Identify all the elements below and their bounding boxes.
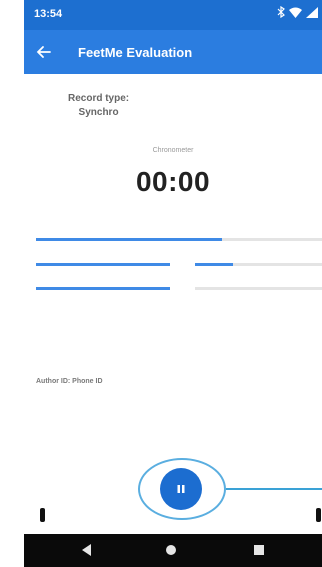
progress-bar-row2-left <box>36 263 170 266</box>
left-edge-marker <box>40 508 45 522</box>
pause-icon <box>177 485 185 493</box>
app-title: FeetMe Evaluation <box>78 45 193 60</box>
phone-screen: 13:54 FeetMe Evaluation Record type: Syn… <box>24 0 322 567</box>
callout-line <box>226 488 322 490</box>
progress-fill-row2-left <box>36 263 170 266</box>
record-type-value: Synchro <box>78 107 119 118</box>
progress-bar-row3-right <box>195 287 322 290</box>
status-bar: 13:54 <box>24 0 322 30</box>
status-icons <box>277 6 318 18</box>
progress-bar-row1 <box>36 238 322 241</box>
status-time: 13:54 <box>34 8 63 20</box>
progress-fill-row3-left <box>36 287 170 290</box>
progress-fill-row1 <box>36 238 222 241</box>
screen: 13:54 FeetMe Evaluation Record type: Syn… <box>0 0 322 567</box>
author-id-text: Author ID: Phone ID <box>36 378 103 385</box>
chronometer-label: Chronometer <box>152 147 194 154</box>
nav-back-icon[interactable] <box>82 544 92 556</box>
progress-bar-row2-right <box>195 263 322 266</box>
progress-fill-row2-right <box>195 263 234 266</box>
pause-button[interactable] <box>160 468 202 510</box>
right-edge-marker <box>316 508 321 522</box>
chronometer-value: 00:00 <box>135 166 211 197</box>
app-bar: FeetMe Evaluation <box>24 30 322 74</box>
signal-icon <box>306 6 318 18</box>
bluetooth-icon <box>277 6 285 18</box>
arrow-left-icon[interactable] <box>34 42 54 62</box>
record-type-label: Record type: <box>68 93 130 104</box>
progress-bar-row3-left <box>36 287 170 290</box>
wifi-icon <box>289 7 302 18</box>
record-type: Record type: Synchro <box>68 92 129 120</box>
nav-home-icon[interactable] <box>165 544 177 556</box>
system-nav-bar <box>24 534 322 567</box>
nav-recents-icon[interactable] <box>254 545 264 555</box>
